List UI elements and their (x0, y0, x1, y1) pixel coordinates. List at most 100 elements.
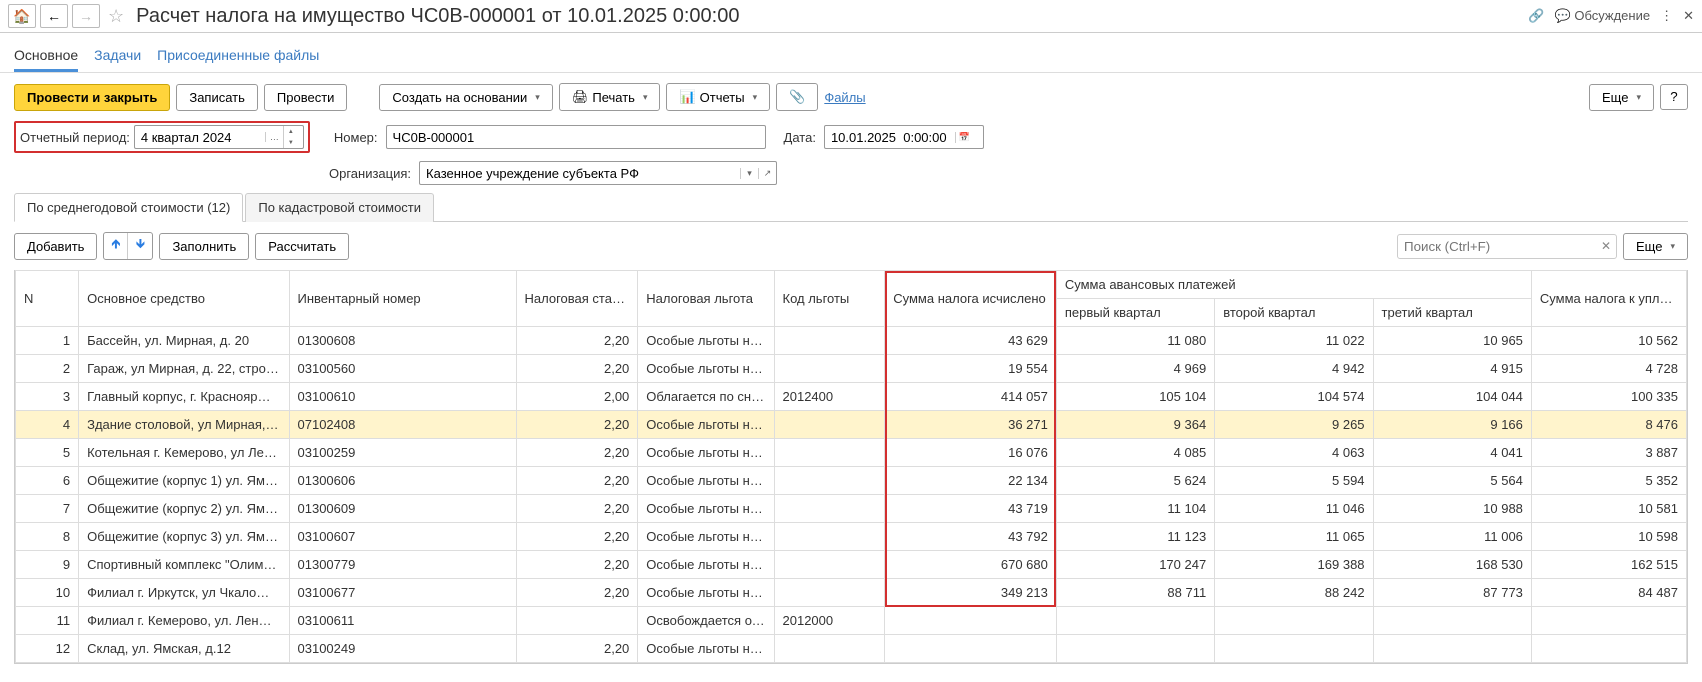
cell-n: 2 (16, 355, 79, 383)
period-select-icon[interactable]: … (265, 132, 283, 142)
create-based-button[interactable]: Создать на основании (379, 84, 552, 111)
reports-button[interactable]: 📊 Отчеты (666, 83, 770, 111)
table-row[interactable]: 5Котельная г. Кемерово, ул Ле…031002592,… (16, 439, 1687, 467)
cell-n: 9 (16, 551, 79, 579)
cell-sum (885, 607, 1057, 635)
help-button[interactable]: ? (1660, 84, 1688, 110)
cell-q3: 9 166 (1373, 411, 1531, 439)
cell-rate: 2,20 (516, 411, 638, 439)
org-input[interactable] (420, 163, 740, 184)
cell-n: 8 (16, 523, 79, 551)
calendar-icon[interactable]: 📅 (955, 132, 973, 143)
period-down-icon[interactable]: ▼ (284, 137, 298, 148)
cell-pay: 4 728 (1531, 355, 1686, 383)
save-button[interactable]: Записать (176, 84, 258, 111)
table-row[interactable]: 11Филиал г. Кемерово, ул. Лен…03100611Ос… (16, 607, 1687, 635)
cell-asset: Общежитие (корпус 3) ул. Ям… (79, 523, 289, 551)
cell-benefit: Особые льготы не… (638, 439, 774, 467)
cell-inv: 03100560 (289, 355, 516, 383)
cell-rate: 2,20 (516, 495, 638, 523)
cell-q2: 4 063 (1215, 439, 1373, 467)
calc-button[interactable]: Рассчитать (255, 233, 349, 260)
table-more-button[interactable]: Еще (1623, 233, 1688, 260)
more-button[interactable]: Еще (1589, 84, 1654, 111)
close-icon[interactable]: ✕ (1683, 8, 1694, 24)
cell-sum: 349 213 (885, 579, 1057, 607)
cell-sum: 414 057 (885, 383, 1057, 411)
cell-n: 5 (16, 439, 79, 467)
cell-pay (1531, 635, 1686, 663)
cell-asset: Общежитие (корпус 1) ул. Ям… (79, 467, 289, 495)
post-close-button[interactable]: Провести и закрыть (14, 84, 170, 111)
search-input[interactable] (1397, 234, 1617, 259)
cell-rate: 2,20 (516, 467, 638, 495)
col-benefit: Налоговая льгота (638, 271, 774, 327)
cell-inv: 01300609 (289, 495, 516, 523)
cell-q2: 11 022 (1215, 327, 1373, 355)
tab-by-cadastral[interactable]: По кадастровой стоимости (245, 193, 434, 222)
col-pay: Сумма налога к уплате (1531, 271, 1686, 327)
table-row[interactable]: 3Главный корпус, г. Краснояр…031006102,0… (16, 383, 1687, 411)
forward-button[interactable]: → (72, 4, 100, 28)
attach-button[interactable]: 📎 (776, 83, 818, 111)
cell-q3: 87 773 (1373, 579, 1531, 607)
cell-q1: 88 711 (1056, 579, 1214, 607)
org-open-icon[interactable]: ↗ (758, 168, 776, 179)
tab-tasks[interactable]: Задачи (94, 41, 141, 72)
star-icon[interactable]: ☆ (104, 6, 128, 27)
table-row[interactable]: 12Склад, ул. Ямская, д.12031002492,20Осо… (16, 635, 1687, 663)
home-button[interactable]: 🏠 (8, 4, 36, 28)
link-icon[interactable]: 🔗 (1528, 8, 1544, 24)
cell-n: 11 (16, 607, 79, 635)
table-row[interactable]: 4Здание столовой, ул Мирная,…071024082,2… (16, 411, 1687, 439)
menu-icon[interactable]: ⋮ (1660, 8, 1673, 24)
cell-asset: Склад, ул. Ямская, д.12 (79, 635, 289, 663)
cell-q1: 11 080 (1056, 327, 1214, 355)
files-link[interactable]: Файлы (824, 90, 865, 105)
move-down-icon[interactable]: 🡻 (128, 233, 152, 259)
table-row[interactable]: 8Общежитие (корпус 3) ул. Ям…031006072,2… (16, 523, 1687, 551)
tab-attached-files[interactable]: Присоединенные файлы (157, 41, 319, 72)
cell-q1: 4 969 (1056, 355, 1214, 383)
table-row[interactable]: 10Филиал г. Иркутск, ул Чкало…031006772,… (16, 579, 1687, 607)
col-adv: Сумма авансовых платежей (1056, 271, 1531, 299)
number-label: Номер: (334, 130, 378, 145)
cell-asset: Филиал г. Кемерово, ул. Лен… (79, 607, 289, 635)
cell-q1: 170 247 (1056, 551, 1214, 579)
cell-q3: 5 564 (1373, 467, 1531, 495)
cell-q2: 5 594 (1215, 467, 1373, 495)
cell-asset: Общежитие (корпус 2) ул. Ям… (79, 495, 289, 523)
cell-benefit: Особые льготы не… (638, 327, 774, 355)
table-row[interactable]: 1Бассейн, ул. Мирная, д. 20013006082,20О… (16, 327, 1687, 355)
period-input[interactable] (135, 127, 265, 148)
print-button[interactable]: 🖨 Печать (559, 83, 661, 111)
cell-sum: 43 719 (885, 495, 1057, 523)
table-row[interactable]: 9Спортивный комплекс "Олимп"…013007792,2… (16, 551, 1687, 579)
table-row[interactable]: 6Общежитие (корпус 1) ул. Ям…013006062,2… (16, 467, 1687, 495)
tab-main[interactable]: Основное (14, 41, 78, 72)
col-inv: Инвентарный номер (289, 271, 516, 327)
date-input[interactable] (825, 127, 955, 148)
number-input[interactable] (387, 127, 765, 148)
cell-n: 1 (16, 327, 79, 355)
add-button[interactable]: Добавить (14, 233, 97, 260)
cell-rate: 2,20 (516, 439, 638, 467)
table-row[interactable]: 7Общежитие (корпус 2) ул. Ям…013006092,2… (16, 495, 1687, 523)
table-row[interactable]: 2Гараж, ул Мирная, д. 22, стро…031005602… (16, 355, 1687, 383)
cell-sum: 43 792 (885, 523, 1057, 551)
cell-q1 (1056, 607, 1214, 635)
org-drop-icon[interactable]: ▾ (740, 168, 758, 179)
tab-by-average[interactable]: По среднегодовой стоимости (12) (14, 193, 243, 222)
fill-button[interactable]: Заполнить (159, 233, 249, 260)
post-button[interactable]: Провести (264, 84, 348, 111)
back-button[interactable]: ← (40, 4, 68, 28)
cell-q2 (1215, 635, 1373, 663)
cell-asset: Здание столовой, ул Мирная,… (79, 411, 289, 439)
period-up-icon[interactable]: ▲ (284, 126, 298, 137)
cell-asset: Котельная г. Кемерово, ул Ле… (79, 439, 289, 467)
discussion-link[interactable]: 💬 Обсуждение (1555, 8, 1651, 24)
cell-q3 (1373, 607, 1531, 635)
search-clear-icon[interactable]: ✕ (1601, 239, 1611, 253)
move-up-icon[interactable]: 🡹 (104, 233, 128, 259)
cell-benefit: Особые льготы не… (638, 355, 774, 383)
